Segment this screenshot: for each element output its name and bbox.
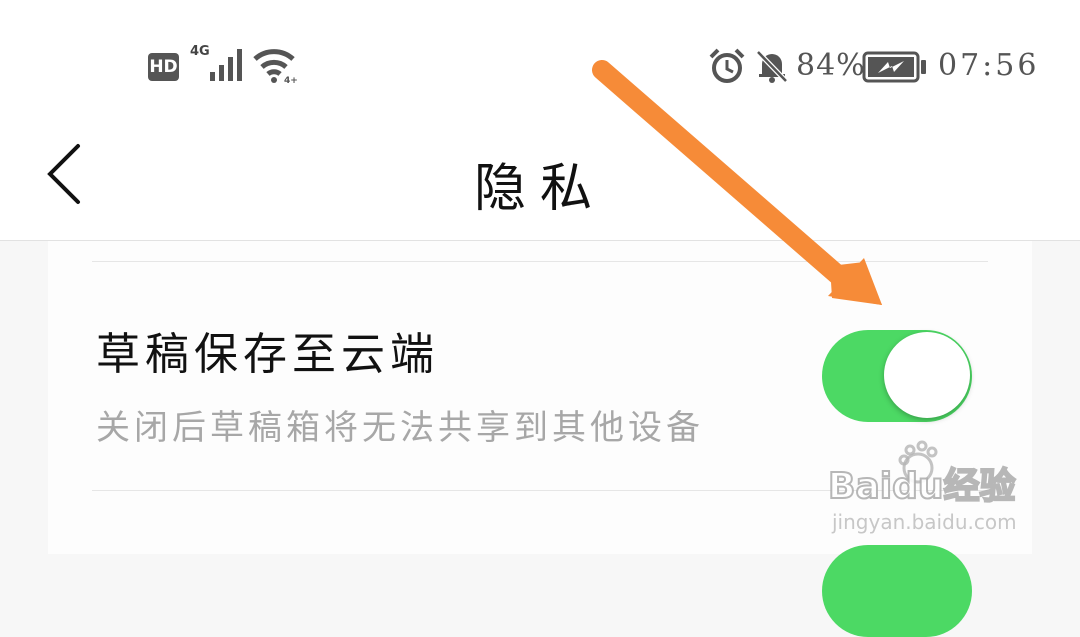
baidu-watermark-logo: Baidu经验: [828, 440, 1016, 508]
watermark-logo-text: Baidu经验: [828, 466, 1015, 507]
second-setting-toggle[interactable]: [822, 545, 972, 637]
watermark-url: jingyan.baidu.com: [832, 510, 1017, 534]
